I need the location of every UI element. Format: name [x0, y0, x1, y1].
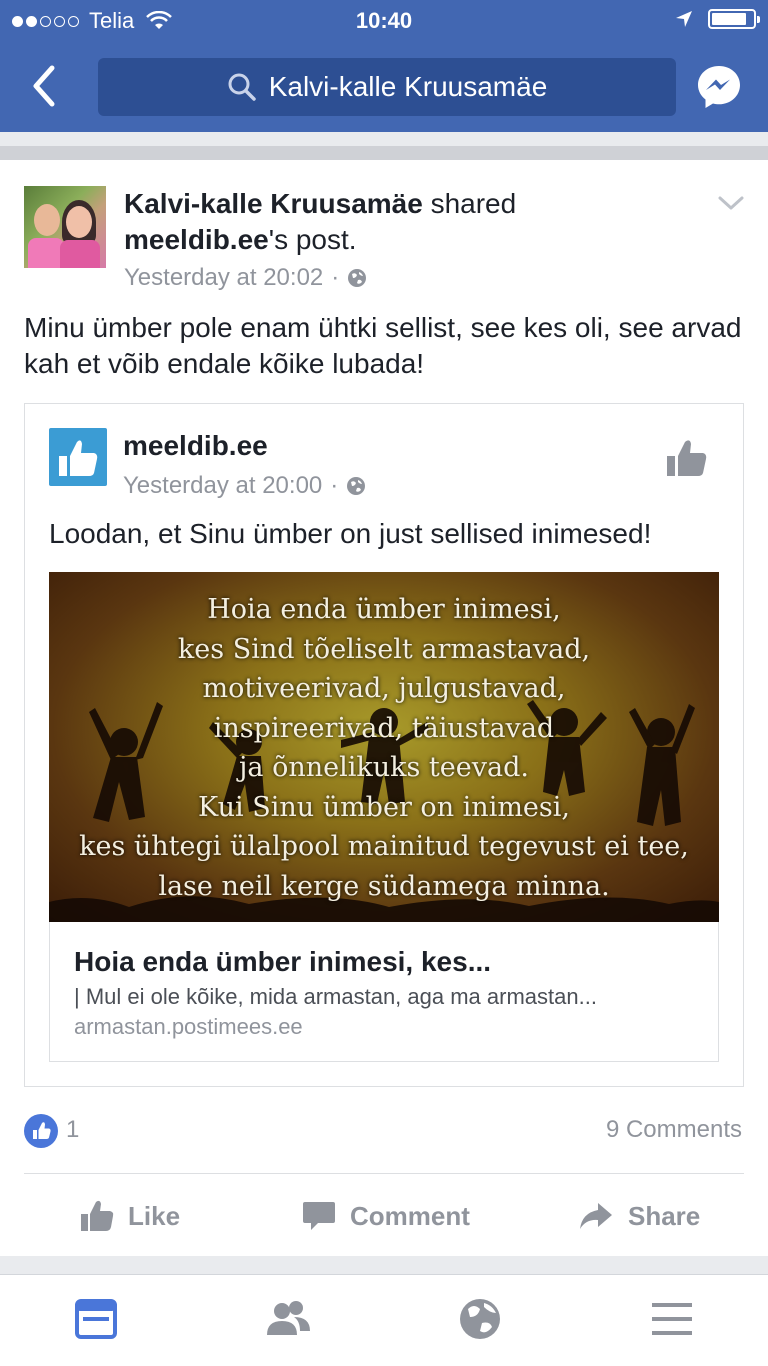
page-logo[interactable]: [49, 428, 107, 486]
meta-dot: ·: [330, 472, 339, 499]
comment-button[interactable]: Comment: [302, 1190, 470, 1242]
like-page-icon[interactable]: [665, 436, 709, 480]
shared-post[interactable]: meeldib.ee Yesterday at 20:00 · Loodan, …: [24, 403, 744, 1087]
menu-icon[interactable]: [648, 1295, 696, 1343]
link-description: | Mul ei ole kõike, mida armastan, aga m…: [74, 984, 597, 1009]
like-label: Like: [128, 1200, 181, 1231]
shared-post-text: Loodan, et Sinu ümber on just sellised i…: [49, 518, 652, 549]
share-label: Share: [628, 1200, 701, 1231]
back-arrow-icon[interactable]: [22, 62, 70, 110]
feed-post: Kalvi-kalle Kruusamäe shared meeldib.ee'…: [0, 160, 768, 1256]
shared-post-timestamp[interactable]: Yesterday at 20:00: [123, 472, 322, 500]
messenger-icon[interactable]: [696, 64, 742, 110]
divider: [24, 1173, 744, 1174]
clock: 10:40: [355, 8, 413, 33]
post-text: Minu ümber pole enam ühtki sellist, see …: [24, 312, 742, 379]
link-title: Hoia enda ümber inimesi, kes...: [74, 946, 492, 977]
post-timestamp[interactable]: Yesterday at 20:02: [124, 264, 323, 292]
battery-icon: [708, 9, 760, 29]
chevron-down-icon[interactable]: [716, 192, 746, 214]
status-bar: Telia 10:40: [0, 0, 768, 42]
shared-word: shared: [422, 188, 517, 219]
link-domain: armastan.postimees.ee: [74, 1014, 303, 1039]
share-arrow-icon: [580, 1203, 612, 1229]
share-button[interactable]: Share: [578, 1190, 700, 1242]
link-preview[interactable]: Hoia enda ümber inimesi, kes... | Mul ei…: [49, 922, 719, 1062]
feed-divider: [0, 1256, 768, 1274]
post-meta: Yesterday at 20:02 ·: [124, 264, 367, 292]
globe-icon: [347, 477, 366, 495]
feed-divider: [0, 146, 768, 160]
author-avatar[interactable]: [24, 186, 106, 268]
bottom-tab-bar: [0, 1274, 768, 1366]
comment-label: Comment: [350, 1200, 470, 1231]
post-header: Kalvi-kalle Kruusamäe shared meeldib.ee'…: [124, 186, 684, 258]
thumbs-up-logo-icon: [59, 440, 98, 476]
search-icon: [228, 73, 256, 101]
meta-dot: ·: [331, 264, 340, 291]
thumbs-up-icon: [81, 1200, 114, 1231]
page-name[interactable]: meeldib.ee: [123, 430, 268, 462]
shared-suffix: 's post.: [268, 224, 357, 255]
shared-source-link[interactable]: meeldib.ee: [124, 224, 269, 255]
comments-count[interactable]: 9 Comments: [606, 1116, 742, 1144]
globe-icon: [348, 269, 367, 287]
reaction-count[interactable]: 1: [66, 1116, 79, 1144]
image-quote: Hoia enda ümber inimesi, kes Sind tõelis…: [79, 594, 689, 902]
like-button[interactable]: Like: [80, 1190, 180, 1242]
author-name[interactable]: Kalvi-kalle Kruusamäe: [124, 188, 423, 219]
search-text: Kalvi-kalle Kruusamäe: [268, 71, 548, 102]
friends-icon[interactable]: [264, 1295, 312, 1343]
search-bar[interactable]: Kalvi-kalle Kruusamäe: [98, 58, 676, 116]
shared-post-meta: Yesterday at 20:00 ·: [123, 472, 366, 500]
like-reaction-icon[interactable]: [24, 1114, 58, 1148]
shared-post-image[interactable]: Hoia enda ümber inimesi, kes Sind tõelis…: [49, 572, 719, 922]
top-bar: Telia 10:40 Kalvi-kalle Kruusamäe: [0, 0, 768, 132]
location-arrow-icon: [676, 11, 692, 27]
news-feed-icon[interactable]: [72, 1295, 120, 1343]
comment-bubble-icon: [303, 1202, 335, 1230]
globe-notifications-icon[interactable]: [456, 1295, 504, 1343]
